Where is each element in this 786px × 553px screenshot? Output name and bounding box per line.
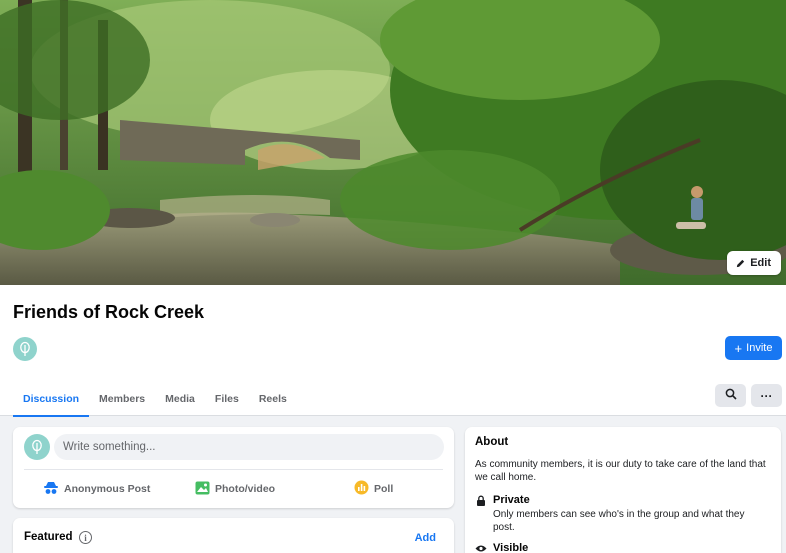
group-title: Friends of Rock Creek	[13, 302, 205, 322]
group-tree-icon[interactable]	[13, 337, 37, 361]
eye-icon	[475, 542, 487, 553]
featured-title: Featured	[24, 531, 73, 543]
more-options-button[interactable]: ···	[751, 384, 782, 407]
invite-button[interactable]: + Invite	[725, 336, 782, 360]
tab-files[interactable]: Files	[205, 382, 249, 416]
add-featured-link[interactable]: Add	[415, 532, 436, 544]
edit-cover-button[interactable]: Edit	[727, 251, 781, 275]
post-composer: Anonymous Post Photo/video Poll	[13, 427, 454, 508]
privacy-description: Only members can see who's in the group …	[493, 509, 745, 533]
photo-video-button[interactable]: Photo/video	[195, 478, 275, 500]
featured-section: Featured i Add	[13, 518, 454, 553]
group-header: Friends of Rock Creek + Invite Discussio…	[0, 285, 786, 417]
group-tabs: Discussion Members Media Files Reels	[13, 382, 297, 417]
search-icon	[725, 388, 737, 403]
anonymous-post-button[interactable]: Anonymous Post	[43, 478, 150, 500]
about-title: About	[475, 436, 509, 448]
poll-button[interactable]: Poll	[354, 478, 393, 500]
search-button[interactable]	[715, 384, 746, 407]
lock-icon	[475, 494, 487, 506]
tab-reels[interactable]: Reels	[249, 382, 297, 416]
photo-video-label: Photo/video	[215, 483, 276, 495]
invite-label: Invite	[746, 342, 773, 354]
about-section: About As community members, it is our du…	[465, 427, 781, 553]
more-icon: ···	[760, 388, 773, 403]
privacy-title: Private	[493, 494, 530, 506]
anonymous-icon	[43, 481, 59, 498]
photo-icon	[195, 481, 210, 498]
anonymous-post-label: Anonymous Post	[64, 483, 151, 495]
pencil-icon	[735, 258, 746, 269]
poll-label: Poll	[374, 483, 394, 495]
info-icon[interactable]: i	[79, 531, 92, 544]
tab-members[interactable]: Members	[89, 382, 155, 416]
tab-discussion[interactable]: Discussion	[13, 382, 90, 417]
plus-icon: +	[734, 340, 743, 356]
cover-photo-image	[0, 0, 786, 285]
poll-icon	[354, 480, 369, 498]
edit-cover-label: Edit	[750, 257, 771, 269]
avatar[interactable]	[24, 434, 50, 460]
write-something-input[interactable]	[54, 434, 444, 460]
composer-divider	[24, 469, 443, 470]
tab-media[interactable]: Media	[155, 382, 205, 416]
about-description: As community members, it is our duty to …	[475, 459, 766, 483]
visibility-title: Visible	[493, 542, 529, 553]
cover-photo: Edit	[0, 0, 786, 285]
